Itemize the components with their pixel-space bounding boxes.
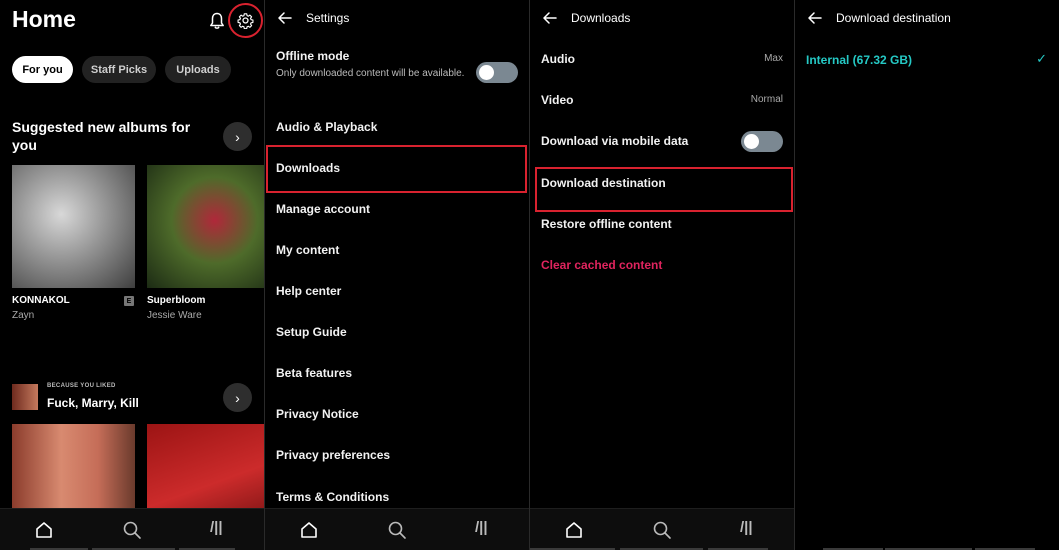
because-you-liked-label: BECAUSE YOU LIKED (47, 383, 116, 389)
settings-screen: Settings Offline mode Only downloaded co… (265, 0, 529, 550)
internal-storage-option[interactable]: Internal (67.32 GB) (806, 53, 912, 67)
gear-icon (237, 13, 254, 29)
download-destination-screen: Download destination Internal (67.32 GB)… (795, 0, 1059, 550)
library-icon[interactable]: /|| (210, 519, 230, 539)
offline-mode-description: Only downloaded content will be availabl… (276, 68, 465, 79)
chip-staff-picks[interactable]: Staff Picks (82, 56, 156, 83)
video-value: Normal (750, 94, 783, 105)
settings-item-privacy-notice[interactable]: Privacy Notice (276, 407, 359, 421)
library-icon[interactable]: /|| (475, 519, 495, 539)
chevron-right-icon: › (235, 128, 240, 145)
page-title: Settings (306, 11, 350, 25)
settings-item-setup-guide[interactable]: Setup Guide (276, 325, 347, 339)
downloads-screen: Downloads Audio Max Video Normal Downloa… (530, 0, 794, 550)
video-label[interactable]: Video (541, 93, 573, 107)
audio-label[interactable]: Audio (541, 52, 575, 66)
download-destination-item[interactable]: Download destination (541, 176, 666, 190)
settings-item-downloads[interactable]: Downloads (276, 161, 340, 175)
mobile-data-label: Download via mobile data (541, 134, 689, 148)
page-title: Downloads (571, 11, 631, 25)
offline-mode-toggle[interactable] (476, 62, 518, 83)
page-title: Download destination (836, 11, 951, 25)
chevron-right-icon: › (235, 389, 240, 406)
home-icon[interactable] (299, 520, 319, 540)
library-icon[interactable]: /|| (740, 519, 760, 539)
home-icon[interactable] (564, 520, 584, 540)
settings-item-my-content[interactable]: My content (276, 243, 339, 257)
settings-button[interactable] (228, 3, 263, 38)
clear-cache-item[interactable]: Clear cached content (541, 258, 662, 272)
bottom-nav: /|| (0, 508, 264, 550)
album-cover[interactable] (12, 165, 135, 288)
back-arrow-icon[interactable] (277, 10, 293, 26)
album-title: Superbloom (147, 295, 206, 306)
toggle-knob (744, 134, 759, 149)
settings-item-privacy-preferences[interactable]: Privacy preferences (276, 448, 390, 462)
settings-item-terms[interactable]: Terms & Conditions (276, 490, 389, 504)
back-arrow-icon[interactable] (807, 10, 823, 26)
album-artist: Jessie Ware (147, 310, 202, 321)
toggle-knob (479, 65, 494, 80)
checkmark-icon: ✓ (1036, 51, 1047, 66)
bottom-nav: /|| (530, 508, 794, 550)
liked-album-thumbnail (12, 384, 38, 410)
settings-item-audio-playback[interactable]: Audio & Playback (276, 120, 377, 134)
home-icon[interactable] (34, 520, 54, 540)
search-icon[interactable] (652, 520, 672, 540)
back-arrow-icon[interactable] (542, 10, 558, 26)
restore-offline-item[interactable]: Restore offline content (541, 217, 672, 231)
album-title: KONNAKOL (12, 295, 70, 306)
offline-mode-label: Offline mode (276, 49, 350, 63)
page-title: Home (12, 6, 76, 32)
audio-value: Max (764, 53, 783, 64)
album-artist: Zayn (12, 310, 35, 321)
bottom-nav: /|| (265, 508, 529, 550)
search-icon[interactable] (122, 520, 142, 540)
because-you-liked-title: Fuck, Marry, Kill (47, 396, 139, 410)
album-cover[interactable] (147, 165, 264, 288)
because-more-button[interactable]: › (223, 383, 252, 412)
section-title: Suggested new albums for you (12, 119, 191, 153)
home-screen: Home For you Staff Picks Uploads Suggest… (0, 0, 264, 550)
chip-for-you[interactable]: For you (12, 56, 73, 83)
search-icon[interactable] (387, 520, 407, 540)
explicit-badge: E (124, 296, 134, 306)
section-more-button[interactable]: › (223, 122, 252, 151)
settings-item-manage-account[interactable]: Manage account (276, 202, 370, 216)
settings-item-help-center[interactable]: Help center (276, 284, 341, 298)
bell-icon[interactable] (209, 12, 225, 30)
settings-item-beta-features[interactable]: Beta features (276, 366, 352, 380)
mobile-data-toggle[interactable] (741, 131, 783, 152)
chip-uploads[interactable]: Uploads (165, 56, 231, 83)
